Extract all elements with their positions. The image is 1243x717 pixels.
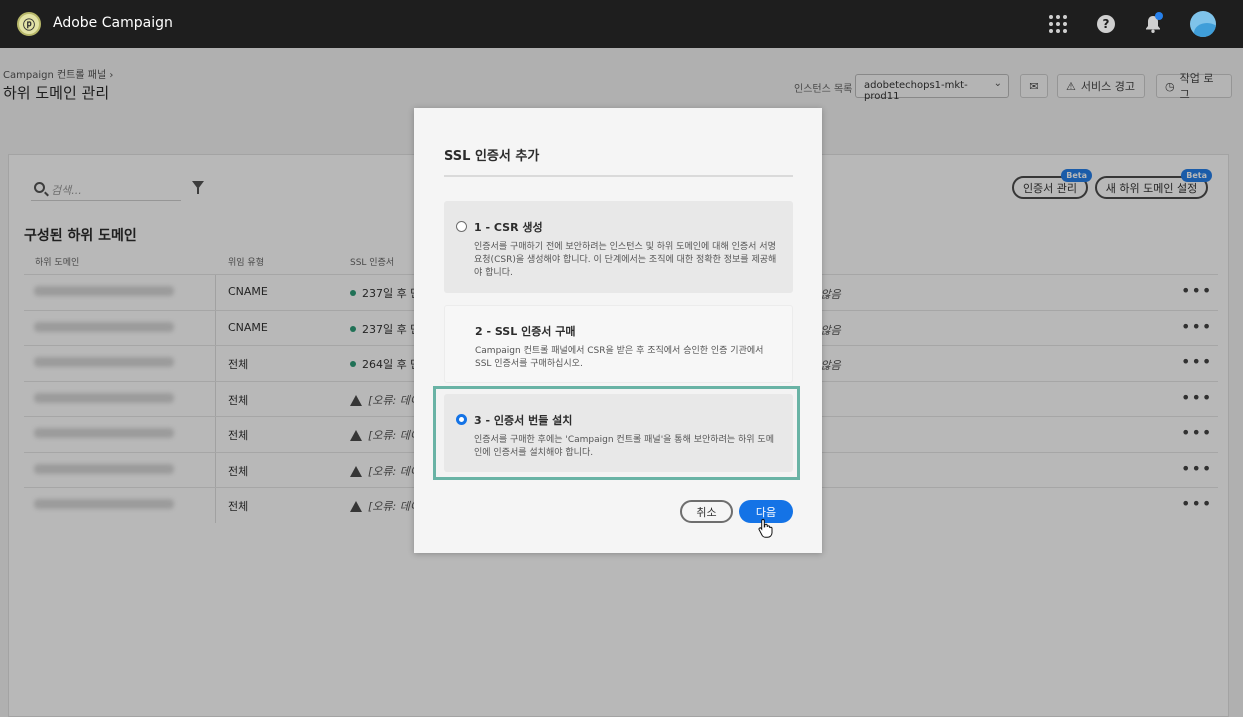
step-description: Campaign 컨트롤 패널에서 CSR을 받은 후 조직에서 승인한 인증 …	[475, 346, 764, 369]
notification-dot	[1155, 12, 1163, 20]
radio-step-3[interactable]	[456, 414, 467, 425]
adobe-campaign-logo[interactable]: ⓟ	[17, 12, 41, 36]
step-install-bundle[interactable]: 3 - 인증서 번들 설치 인증서를 구매한 후에는 'Campaign 컨트롤…	[444, 394, 793, 472]
step-label: 2 - SSL 인증서 구매	[475, 325, 576, 338]
step-label: 3 - 인증서 번들 설치	[474, 414, 573, 427]
cancel-button[interactable]: 취소	[680, 500, 733, 523]
user-avatar[interactable]	[1190, 11, 1216, 37]
step-generate-csr[interactable]: 1 - CSR 생성 인증서를 구매하기 전에 보안하려는 인스턴스 및 하위 …	[444, 201, 793, 293]
app-switcher-icon[interactable]	[1046, 12, 1070, 36]
notification-bell-icon[interactable]	[1141, 12, 1165, 36]
dialog-title: SSL 인증서 추가	[444, 149, 540, 164]
step-description: 인증서를 구매한 후에는 'Campaign 컨트롤 패널'을 통해 보안하려는…	[474, 435, 774, 458]
top-bar: ⓟ Adobe Campaign ?	[0, 0, 1243, 48]
add-ssl-certificate-dialog: SSL 인증서 추가 1 - CSR 생성 인증서를 구매하기 전에 보안하려는…	[414, 108, 822, 553]
step-buy-certificate: 2 - SSL 인증서 구매 Campaign 컨트롤 패널에서 CSR을 받은…	[444, 305, 793, 383]
step-label: 1 - CSR 생성	[474, 221, 543, 234]
radio-step-1[interactable]	[456, 221, 467, 232]
help-icon[interactable]: ?	[1094, 12, 1118, 36]
hand-cursor-icon	[758, 518, 773, 538]
app-title: Adobe Campaign	[53, 15, 173, 31]
step-description: 인증서를 구매하기 전에 보안하려는 인스턴스 및 하위 도메인에 대해 인증서…	[474, 242, 777, 278]
divider	[444, 175, 793, 177]
